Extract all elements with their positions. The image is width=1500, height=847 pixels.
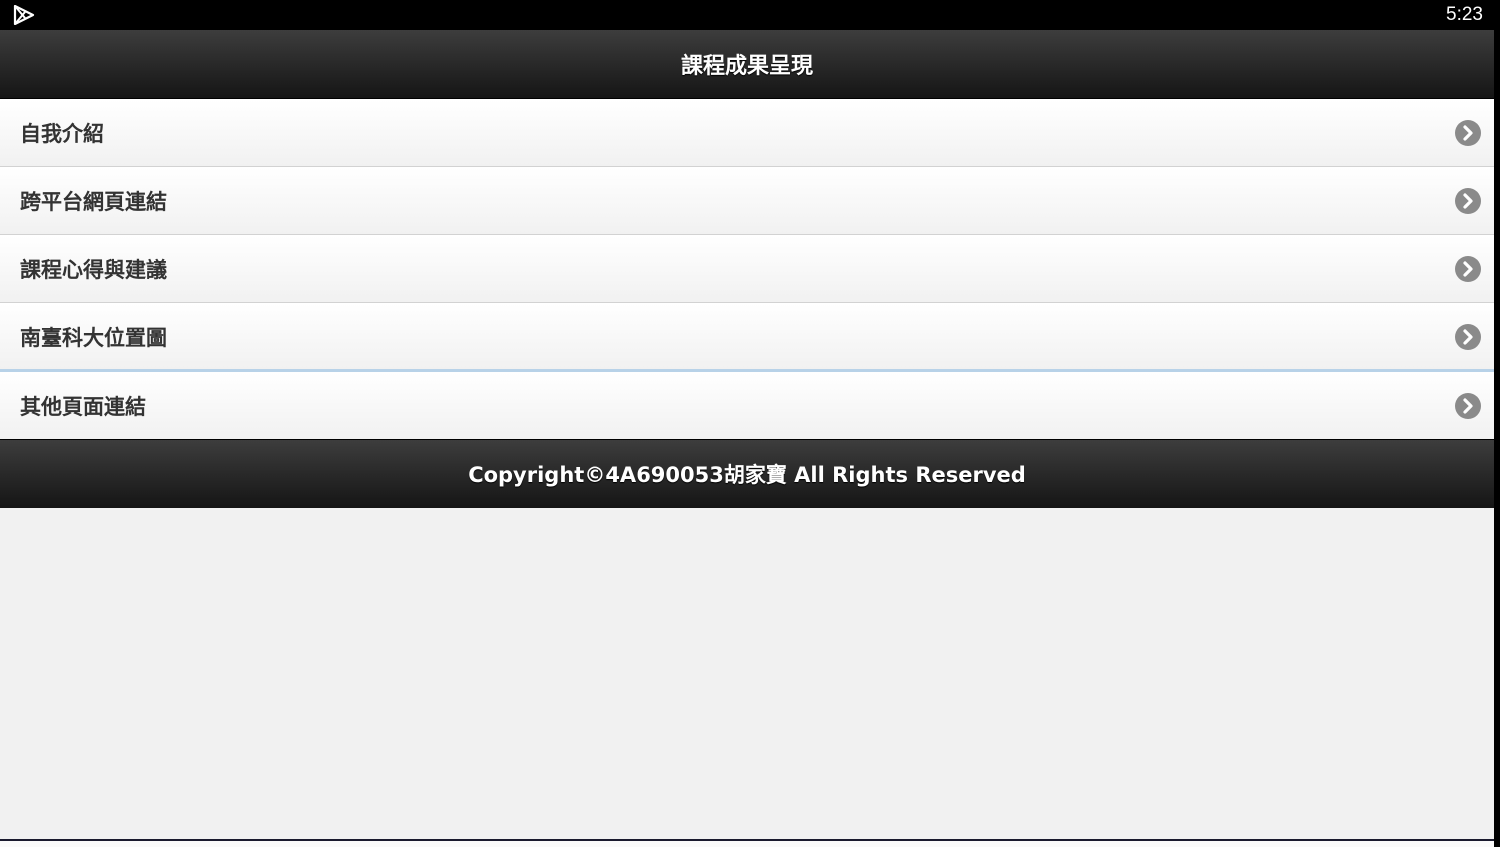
chevron-right-circle-icon (1455, 120, 1481, 146)
list-item-cross-platform-links[interactable]: 跨平台網頁連結 (0, 167, 1494, 235)
status-time: 5:23 (1446, 4, 1483, 25)
list-item-label: 跨平台網頁連結 (20, 190, 167, 214)
chevron-right-circle-icon (1455, 323, 1481, 350)
copyright-text: Copyright©4A690053胡家寶 All Rights Reserve… (468, 463, 1026, 487)
menu-list: 自我介紹 跨平台網頁連結 課程心得與建議 南臺科大位置圖 其他頁面連結 (0, 99, 1494, 440)
chevron-right-circle-icon (1455, 393, 1481, 419)
list-item-label: 南臺科大位置圖 (20, 325, 167, 350)
list-item-course-feedback[interactable]: 課程心得與建議 (0, 235, 1494, 303)
list-item-campus-map[interactable]: 南臺科大位置圖 (0, 303, 1494, 372)
footer-bar: Copyright©4A690053胡家寶 All Rights Reserve… (0, 439, 1494, 508)
list-item-label: 其他頁面連結 (20, 395, 146, 419)
app-screen: 5:23 課程成果呈現 自我介紹 跨平台網頁連結 課程心得與建議 南臺科大位置圖… (0, 0, 1500, 847)
chevron-right-circle-icon (1455, 188, 1481, 214)
list-item-self-intro[interactable]: 自我介紹 (0, 99, 1494, 167)
bottom-edge (0, 839, 1494, 847)
screen-edge (1494, 30, 1500, 847)
status-bar: 5:23 (0, 0, 1500, 30)
list-item-label: 自我介紹 (20, 122, 104, 146)
chevron-right-circle-icon (1455, 256, 1481, 282)
header-bar: 課程成果呈現 (0, 30, 1494, 99)
list-item-label: 課程心得與建議 (20, 258, 167, 282)
list-item-other-links[interactable]: 其他頁面連結 (0, 372, 1494, 440)
play-store-icon (13, 5, 35, 25)
page-title: 課程成果呈現 (680, 54, 813, 79)
